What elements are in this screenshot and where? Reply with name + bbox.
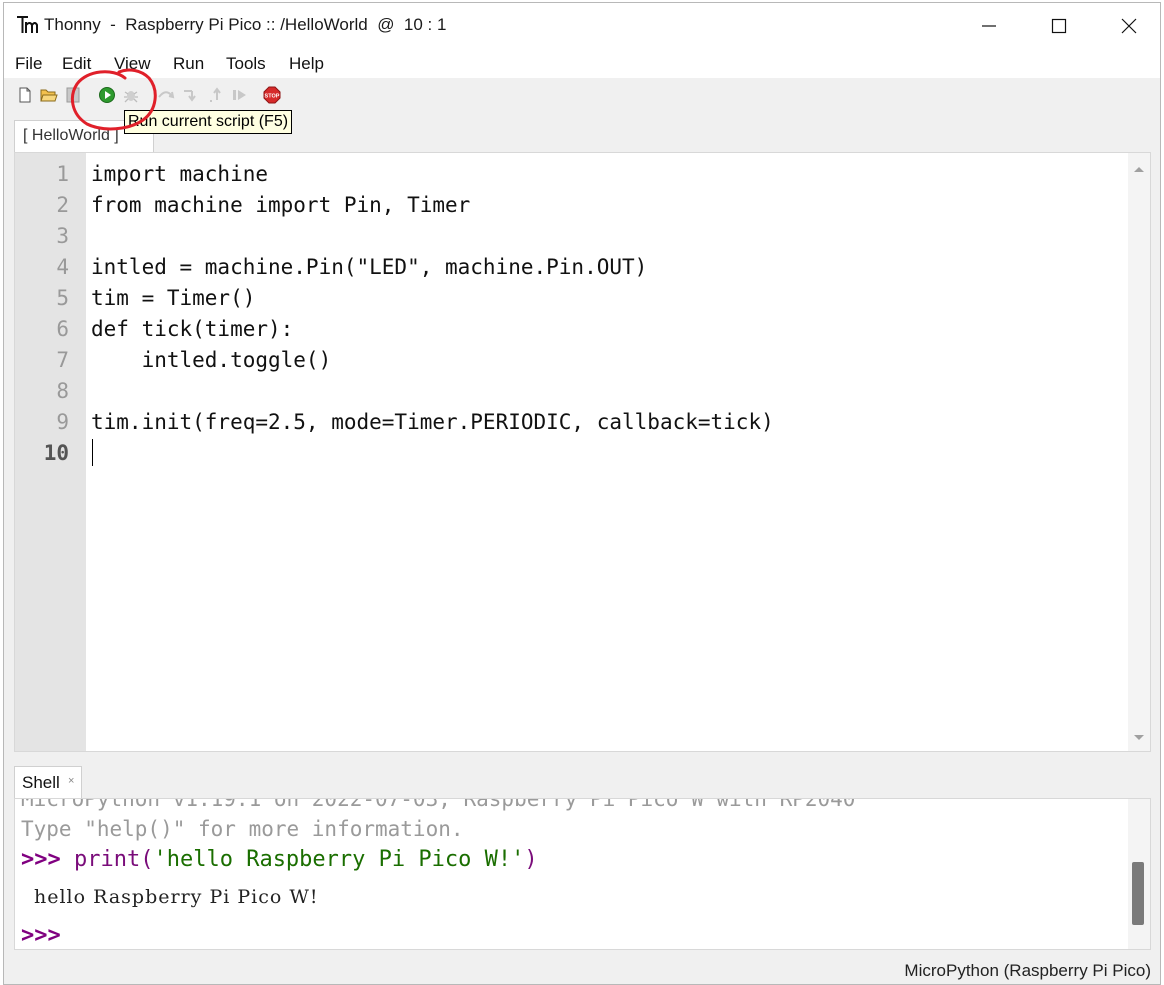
open-file-button[interactable]: [40, 86, 58, 104]
shell-tab-close-icon[interactable]: ×: [68, 775, 74, 787]
code-line[interactable]: intled.toggle(): [91, 345, 774, 376]
line-number: 4: [56, 255, 69, 279]
stop-label: STOP: [265, 94, 280, 100]
shell-scrollbar[interactable]: [1128, 799, 1150, 949]
shell-command-string: 'hello Raspberry Pi Pico W!': [153, 847, 525, 872]
menu-help[interactable]: Help: [289, 54, 324, 74]
menu-view[interactable]: View: [114, 54, 151, 74]
step-out-button[interactable]: [207, 86, 225, 104]
thonny-window: Thonny - Raspberry Pi Pico :: /HelloWorl…: [3, 2, 1161, 985]
code-line[interactable]: from machine import Pin, Timer: [91, 190, 774, 221]
code-line[interactable]: [91, 376, 774, 407]
shell-input-line[interactable]: >>>: [21, 923, 61, 948]
shell-banner: MicroPython v1.19.1 on 2022-07-03; Raspb…: [21, 798, 856, 811]
step-over-icon: [158, 91, 175, 99]
line-number: 7: [56, 348, 69, 372]
tab-shell[interactable]: Shell ×: [14, 766, 82, 799]
debug-icon: [124, 91, 138, 103]
shell-scroll-thumb[interactable]: [1132, 862, 1144, 925]
step-into-icon: [184, 90, 196, 102]
code-text[interactable]: import machine from machine import Pin, …: [91, 159, 774, 469]
thonny-logo-icon: [17, 16, 38, 33]
close-button[interactable]: [1094, 3, 1160, 48]
editor-tab-label: [ HelloWorld ]: [23, 127, 119, 144]
line-number: 6: [56, 317, 69, 341]
resume-icon: [233, 90, 246, 100]
shell-command-line: >>> print('hello Raspberry Pi Pico W!'): [21, 847, 538, 872]
code-line[interactable]: def tick(timer):: [91, 314, 774, 345]
stop-button[interactable]: STOP: [263, 86, 281, 104]
code-line[interactable]: tim = Timer(): [91, 283, 774, 314]
line-number-gutter: 1 2 3 4 5 6 7 8 9 10: [15, 153, 86, 751]
step-out-icon: [210, 87, 221, 102]
line-number: 8: [56, 379, 69, 403]
editor-scrollbar[interactable]: [1128, 153, 1150, 751]
menu-file[interactable]: File: [15, 54, 42, 74]
title-bar[interactable]: Thonny - Raspberry Pi Pico :: /HelloWorl…: [4, 3, 1160, 48]
run-button[interactable]: [98, 86, 116, 104]
save-button[interactable]: [64, 86, 82, 104]
save-icon: [66, 87, 80, 103]
debug-button[interactable]: [122, 86, 140, 104]
new-file-button[interactable]: [16, 86, 34, 104]
maximize-button[interactable]: [1024, 3, 1094, 48]
line-number-current: 10: [43, 441, 69, 465]
status-bar: MicroPython (Raspberry Pi Pico): [4, 953, 1160, 984]
scroll-up-icon[interactable]: [1128, 159, 1150, 179]
code-line[interactable]: [91, 221, 774, 252]
code-line[interactable]: import machine: [91, 159, 774, 190]
line-number: 1: [56, 162, 69, 186]
shell-output: hello Raspberry Pi Pico W!: [34, 886, 319, 908]
close-icon: [1121, 18, 1137, 33]
new-file-icon: [19, 87, 31, 103]
code-editor[interactable]: 1 2 3 4 5 6 7 8 9 10 import machine from…: [14, 152, 1151, 752]
line-number: 5: [56, 286, 69, 310]
menu-edit[interactable]: Edit: [62, 54, 91, 74]
window-title: Thonny - Raspberry Pi Pico :: /HelloWorl…: [44, 15, 447, 34]
step-into-button[interactable]: [182, 86, 200, 104]
shell-tab-label: Shell: [22, 773, 60, 792]
open-file-icon: [40, 89, 58, 102]
line-number: 9: [56, 410, 69, 434]
shell-command-prefix: print(: [74, 847, 154, 872]
code-line[interactable]: tim.init(freq=2.5, mode=Timer.PERIODIC, …: [91, 407, 774, 438]
interpreter-selector[interactable]: MicroPython (Raspberry Pi Pico): [904, 961, 1151, 981]
line-number: 3: [56, 224, 69, 248]
scroll-down-icon[interactable]: [1128, 727, 1150, 747]
shell-prompt: >>>: [21, 847, 61, 872]
step-over-button[interactable]: [157, 86, 175, 104]
text-caret: [92, 439, 93, 466]
resume-button[interactable]: [231, 86, 249, 104]
menu-bar: File Edit View Run Tools Help: [4, 48, 1160, 78]
toolbar: STOP: [4, 78, 1160, 114]
run-icon: [99, 87, 115, 103]
shell-prompt: >>>: [21, 923, 61, 948]
code-line[interactable]: [91, 438, 774, 469]
shell-console[interactable]: MicroPython v1.19.1 on 2022-07-03; Raspb…: [14, 798, 1151, 950]
minimize-button[interactable]: [954, 3, 1024, 48]
maximize-icon: [1051, 18, 1067, 33]
minimize-icon: [982, 24, 996, 27]
shell-help-line: Type "help()" for more information.: [21, 817, 464, 841]
run-tooltip: Run current script (F5): [124, 110, 293, 134]
line-number: 2: [56, 193, 69, 217]
menu-tools[interactable]: Tools: [226, 54, 266, 74]
stop-icon: STOP: [263, 86, 281, 104]
menu-run[interactable]: Run: [173, 54, 204, 74]
shell-command-suffix: ): [524, 847, 538, 872]
code-line[interactable]: intled = machine.Pin("LED", machine.Pin.…: [91, 252, 774, 283]
